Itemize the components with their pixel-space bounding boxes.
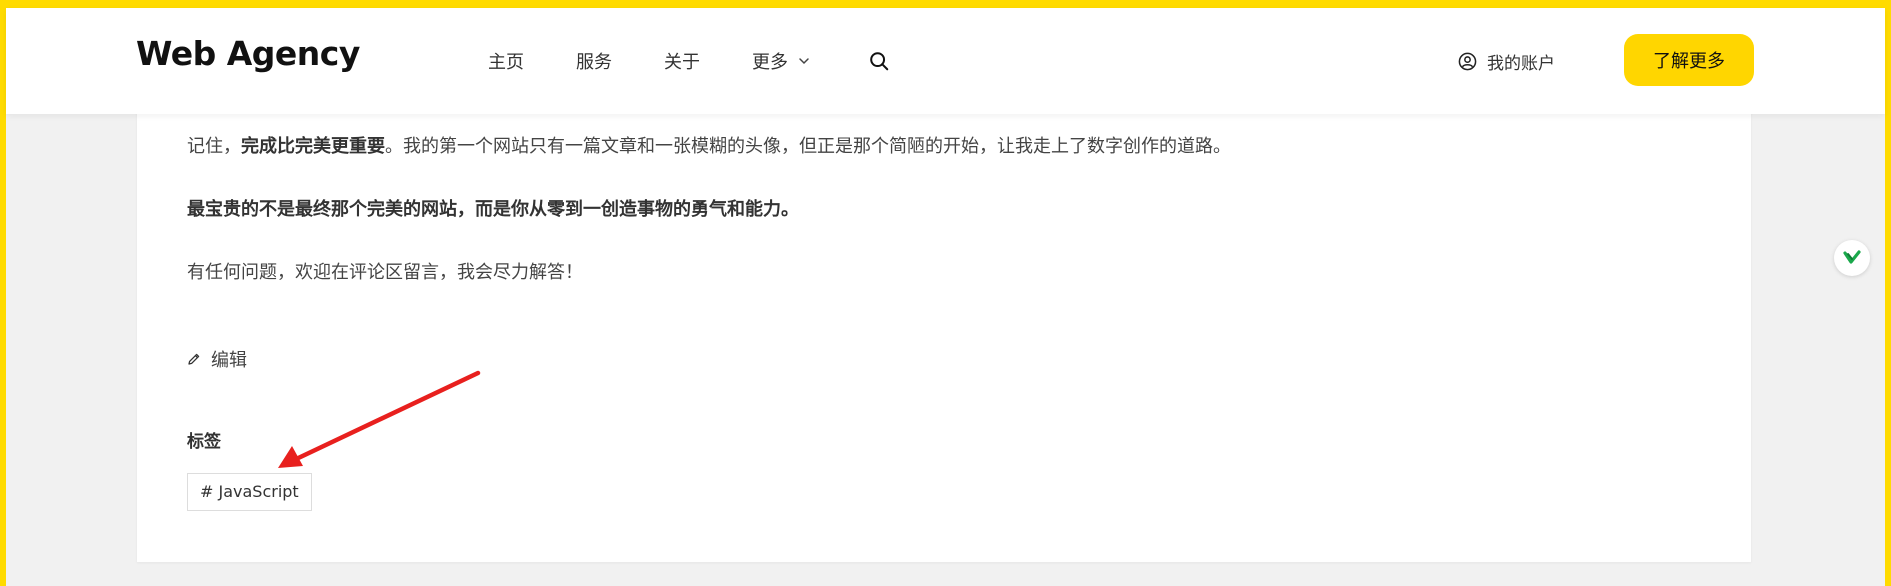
- nav-item-label: 更多: [752, 52, 788, 73]
- account-link[interactable]: 我的账户: [1458, 49, 1555, 74]
- nav-item-about[interactable]: 关于: [664, 48, 700, 74]
- tags-heading: 标签: [187, 432, 221, 452]
- account-label: 我的账户: [1487, 54, 1555, 74]
- nav-item-services[interactable]: 服务: [576, 48, 612, 74]
- nav-item-label: 服务: [576, 52, 612, 73]
- tag-javascript[interactable]: # JavaScript: [187, 473, 312, 511]
- edit-link[interactable]: 编辑: [187, 346, 247, 372]
- emphasis-text: 完成比完美更重要: [241, 136, 385, 157]
- annotation-arrow: [278, 370, 481, 468]
- checkmark-badge-icon: [1843, 250, 1861, 264]
- nav-item-home[interactable]: 主页: [488, 48, 524, 74]
- main-nav: 主页 服务 关于 更多: [488, 48, 890, 74]
- search-icon[interactable]: [868, 50, 890, 72]
- side-badge-button[interactable]: [1834, 240, 1870, 276]
- article-paragraph: 有任何问题，欢迎在评论区留言，我会尽力解答！: [187, 262, 583, 283]
- article-card: 记住，完成比完美更重要。我的第一个网站只有一篇文章和一张模糊的头像，但正是那个简…: [137, 100, 1751, 562]
- article-paragraph-bold: 最宝贵的不是最终那个完美的网站，而是你从零到一创造事物的勇气和能力。: [187, 199, 799, 220]
- pencil-icon: [188, 353, 200, 365]
- nav-item-more[interactable]: 更多: [752, 48, 810, 74]
- article-paragraph: 记住，完成比完美更重要。我的第一个网站只有一篇文章和一张模糊的头像，但正是那个简…: [187, 136, 1231, 157]
- learn-more-button[interactable]: 了解更多: [1624, 34, 1754, 86]
- nav-item-label: 主页: [488, 52, 524, 73]
- chevron-down-icon: [799, 58, 809, 65]
- nav-item-label: 关于: [664, 52, 700, 73]
- edit-label: 编辑: [211, 350, 247, 371]
- site-header: Web Agency 主页 服务 关于 更多 我的账户 了解更多: [6, 8, 1885, 114]
- user-circle-icon: [1458, 52, 1477, 71]
- site-logo[interactable]: Web Agency: [136, 34, 360, 73]
